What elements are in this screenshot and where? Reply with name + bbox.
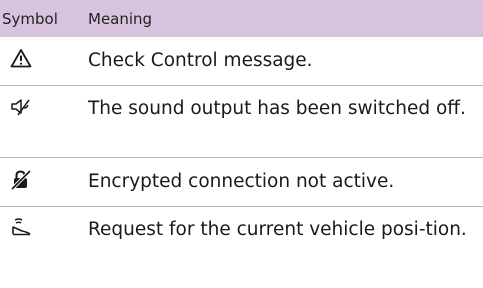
warning-triangle-icon: [0, 48, 80, 68]
row-meaning: Encrypted connection not active.: [88, 171, 395, 192]
vehicle-position-request-icon: [0, 217, 80, 237]
symbol-table: Symbol Meaning Check Control message. Th…: [0, 0, 483, 288]
row-meaning: Check Control message.: [88, 50, 313, 71]
table-row: Encrypted connection not active.: [0, 158, 483, 207]
row-meaning: Request for the current vehicle posi-tio…: [88, 219, 467, 240]
table-header: Symbol Meaning: [0, 0, 483, 37]
table-row: Request for the current vehicle posi-tio…: [0, 207, 483, 288]
table-row: The sound output has been switched off.: [0, 86, 483, 158]
table-row: Check Control message.: [0, 37, 483, 86]
encryption-inactive-icon: [0, 169, 80, 191]
sound-off-icon: [0, 96, 80, 118]
header-symbol: Symbol: [2, 9, 58, 28]
header-meaning: Meaning: [88, 9, 153, 28]
row-meaning: The sound output has been switched off.: [88, 98, 466, 119]
